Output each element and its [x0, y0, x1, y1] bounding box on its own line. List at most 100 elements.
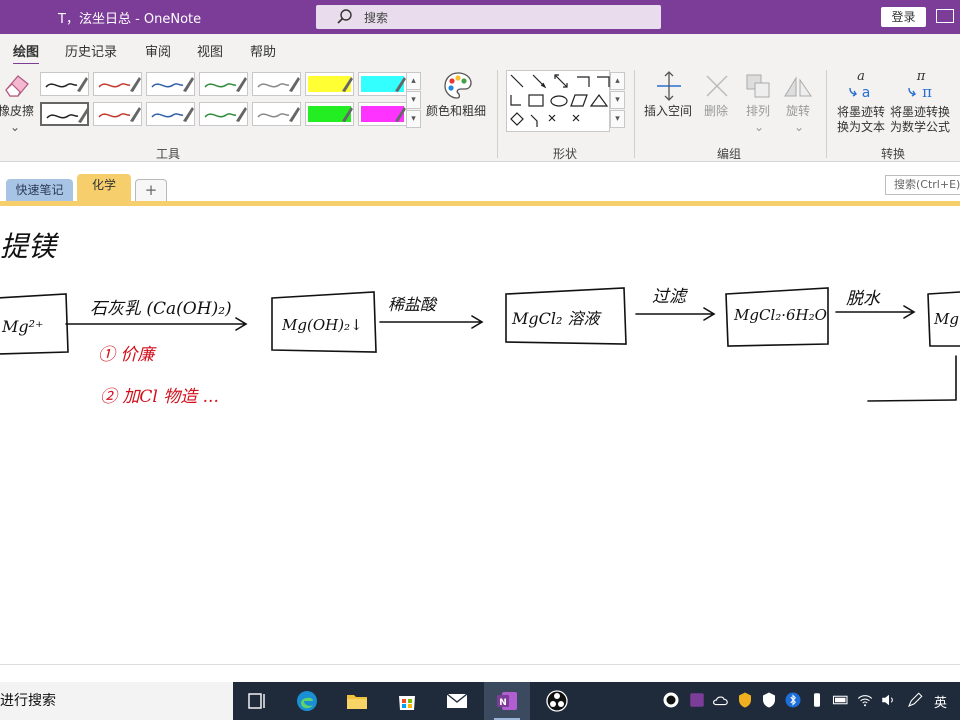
- pen-icon: [257, 107, 300, 122]
- ink-box4-label: MgCl₂·6H₂O: [733, 306, 827, 324]
- ribbon-tabs: 绘图 历史记录 审阅 视图 帮助: [0, 34, 960, 66]
- title-bar: T，泫坐日总 - OneNote 搜索 登录: [0, 0, 960, 34]
- pen-swatch[interactable]: [146, 72, 195, 96]
- shapes-more-icon[interactable]: ▾: [610, 110, 625, 128]
- note-page[interactable]: 提镁 Mg²⁺ 石灰乳 (Ca(OH)₂) Mg(OH)₂↓ 稀盐酸 MgCl₂…: [0, 206, 960, 682]
- ink-to-text-button[interactable]: a a 将墨迹转 换为文本: [834, 68, 886, 138]
- arrange-label: 排列: [746, 104, 771, 118]
- highlighter-icon: [361, 76, 406, 92]
- battery-icon[interactable]: [832, 691, 850, 709]
- pen-workspace-icon[interactable]: [906, 691, 924, 709]
- ink-arrow-2: [379, 315, 484, 329]
- highlighter-swatch[interactable]: [305, 72, 354, 96]
- color-thickness-button[interactable]: 颜色和粗细: [426, 68, 490, 138]
- gallery-down-icon[interactable]: ▾: [406, 91, 421, 109]
- eraser-icon: [5, 75, 29, 97]
- tab-draw[interactable]: 绘图: [13, 41, 40, 66]
- ink-note-1: ① 价廉: [98, 345, 157, 365]
- pen-swatch[interactable]: [93, 102, 142, 126]
- mail-icon[interactable]: [445, 689, 469, 713]
- delete-icon: [706, 75, 728, 97]
- pen-swatch[interactable]: [40, 102, 89, 126]
- tray-onenote-icon[interactable]: [688, 691, 706, 709]
- delete-button[interactable]: 删除: [700, 68, 734, 138]
- highlighter-icon: [308, 106, 353, 122]
- highlighter-swatch[interactable]: [358, 102, 407, 126]
- tab-review[interactable]: 审阅: [145, 41, 171, 60]
- tray-cloud-icon[interactable]: [712, 691, 730, 709]
- page-search-input[interactable]: 搜索(Ctrl+E): [885, 175, 960, 195]
- pen-icon: [257, 77, 300, 92]
- delete-label: 删除: [704, 104, 729, 118]
- eraser-label: 橡皮擦: [0, 104, 35, 118]
- ink-to-math-button[interactable]: π π 将墨迹转换 为数学公式: [888, 68, 954, 138]
- search-box[interactable]: 搜索: [316, 5, 661, 29]
- onenote-icon[interactable]: N: [495, 689, 519, 713]
- ink-box5-label: Mg: [933, 310, 959, 328]
- store-icon[interactable]: [395, 689, 419, 713]
- ribbon-separator: [634, 70, 635, 158]
- taskbar: 进行搜索 N 英: [0, 682, 960, 720]
- ink-canvas[interactable]: 提镁 Mg²⁺ 石灰乳 (Ca(OH)₂) Mg(OH)₂↓ 稀盐酸 MgCl₂…: [0, 206, 960, 682]
- tray-security-icon[interactable]: [760, 691, 778, 709]
- edge-icon[interactable]: [295, 689, 319, 713]
- arrange-icon: [746, 74, 770, 98]
- file-explorer-icon[interactable]: [345, 689, 369, 713]
- arrange-chevron-icon: ⌄: [754, 120, 765, 134]
- eraser-button[interactable]: 橡皮擦 ⌄: [0, 68, 36, 138]
- ink-arrow3-label: 过滤: [652, 287, 689, 307]
- ime-indicator[interactable]: 英: [934, 692, 947, 711]
- rotate-label: 旋转: [786, 104, 811, 118]
- tab-help[interactable]: 帮助: [250, 41, 276, 60]
- taskbar-search[interactable]: 进行搜索: [0, 682, 233, 720]
- rotate-button[interactable]: 旋转 ⌄: [780, 68, 816, 138]
- convert-group-label: 转换: [881, 147, 906, 161]
- section-tab-quick-notes[interactable]: 快速笔记: [6, 179, 73, 202]
- pen-icon: [46, 108, 89, 123]
- shapes-gallery-icons: [510, 74, 610, 127]
- volume-icon[interactable]: [880, 691, 898, 709]
- restore-window-icon[interactable]: [936, 9, 954, 23]
- add-section-button[interactable]: +: [135, 179, 167, 202]
- shapes-up-icon[interactable]: ▴: [610, 72, 625, 90]
- tray-shield-icon[interactable]: [736, 691, 754, 709]
- pen-swatch[interactable]: [40, 72, 89, 96]
- eraser-chevron-icon[interactable]: ⌄: [10, 120, 20, 135]
- svg-text:π: π: [922, 83, 932, 100]
- search-icon: [337, 9, 352, 24]
- rotate-icon: [784, 76, 812, 97]
- sign-in-button[interactable]: 登录: [881, 7, 926, 27]
- tab-history[interactable]: 历史记录: [65, 41, 117, 60]
- wifi-icon[interactable]: [856, 691, 874, 709]
- ribbon-separator: [826, 70, 827, 158]
- highlighter-swatch[interactable]: [305, 102, 354, 126]
- search-placeholder: 搜索: [364, 11, 389, 25]
- section-tab-chemistry[interactable]: 化学: [77, 174, 131, 202]
- gallery-up-icon[interactable]: ▴: [406, 72, 421, 90]
- insert-space-button[interactable]: 插入空间: [642, 68, 696, 138]
- task-view-icon[interactable]: [245, 689, 269, 713]
- arrange-button[interactable]: 排列 ⌄: [740, 68, 776, 138]
- edit-group-label: 编组: [717, 147, 742, 161]
- tray-usb-icon[interactable]: [808, 691, 826, 709]
- pen-icon: [151, 107, 194, 122]
- ribbon-draw: 橡皮擦 ⌄ ▴ ▾ ▾ 颜色和粗细 工具 ▴ ▾ ▾ 形状 插入空间 删除 排列…: [0, 64, 960, 162]
- pen-swatch[interactable]: [146, 102, 195, 126]
- pen-swatch[interactable]: [199, 72, 248, 96]
- pen-swatch[interactable]: [252, 72, 301, 96]
- section-tab-bar: 快速笔记 化学 +: [0, 162, 960, 202]
- pen-swatch[interactable]: [252, 102, 301, 126]
- shapes-gallery[interactable]: [506, 70, 610, 132]
- obs-icon[interactable]: [545, 689, 569, 713]
- pen-swatch[interactable]: [93, 72, 142, 96]
- highlighter-swatch[interactable]: [358, 72, 407, 96]
- gallery-more-icon[interactable]: ▾: [406, 110, 421, 128]
- ink-line-down: [867, 355, 957, 402]
- pen-swatch[interactable]: [199, 102, 248, 126]
- tab-view[interactable]: 视图: [197, 41, 223, 60]
- shapes-down-icon[interactable]: ▾: [610, 91, 625, 109]
- shapes-group-label: 形状: [553, 147, 578, 161]
- highlighter-icon: [361, 106, 406, 122]
- tray-obs-icon[interactable]: [662, 691, 680, 709]
- tray-bluetooth-icon[interactable]: [784, 691, 802, 709]
